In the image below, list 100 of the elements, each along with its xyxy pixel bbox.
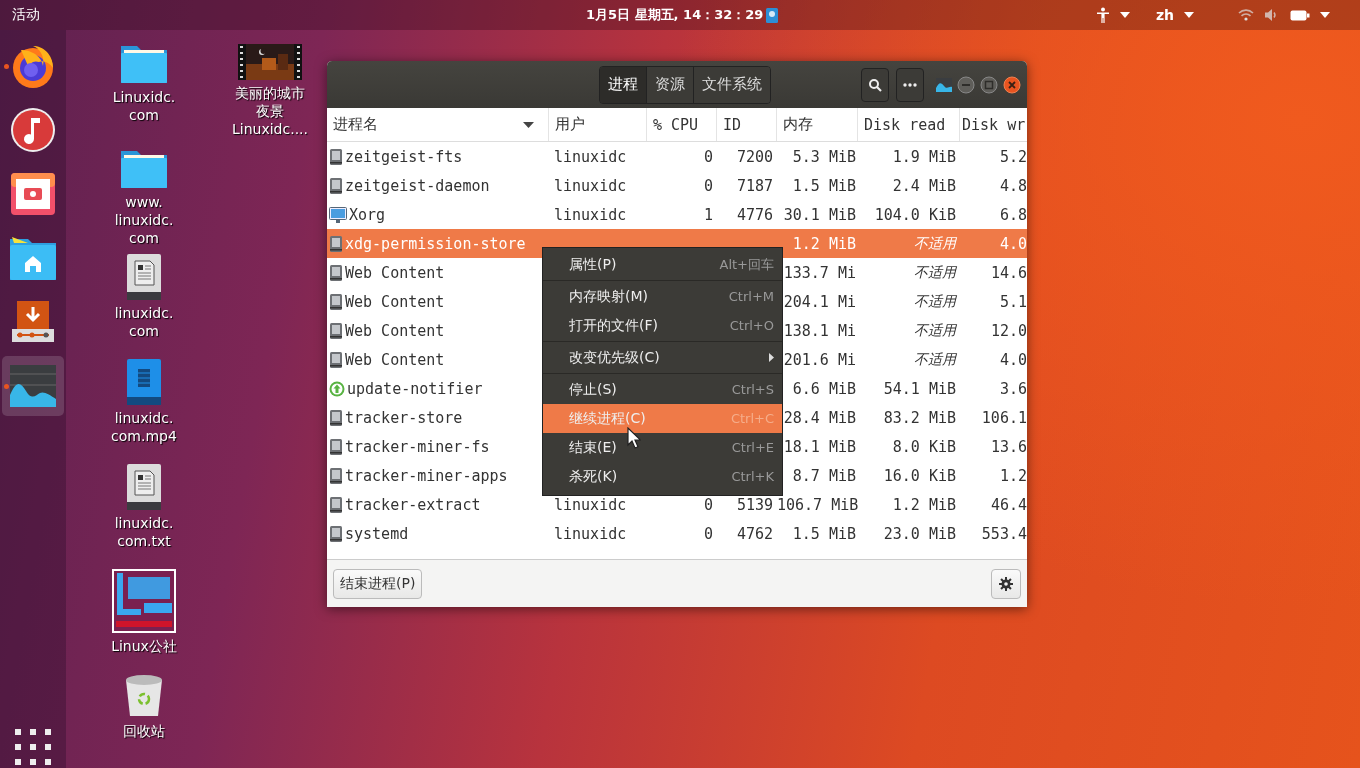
music-note-icon bbox=[9, 106, 57, 154]
file-label[interactable]: 夜景 bbox=[256, 102, 284, 120]
table-cell: 不适用 bbox=[914, 292, 956, 309]
file-label[interactable]: com.mp4 bbox=[111, 427, 177, 445]
program-icon bbox=[329, 351, 343, 368]
column-header[interactable]: % CPU bbox=[647, 108, 717, 141]
file-label[interactable]: com.txt bbox=[117, 532, 171, 550]
program-icon bbox=[329, 148, 343, 165]
column-header[interactable]: Disk wr bbox=[960, 108, 1027, 141]
activities-button[interactable]: 活动 bbox=[0, 6, 52, 24]
program-icon bbox=[329, 293, 343, 310]
language-indicator[interactable]: zh bbox=[1155, 7, 1174, 23]
table-cell: 0 bbox=[703, 495, 713, 514]
tab[interactable]: 文件系统 bbox=[694, 66, 770, 103]
file-label[interactable]: Linux公社 bbox=[111, 637, 177, 655]
column-header[interactable]: 内存 bbox=[777, 108, 858, 141]
program-icon bbox=[329, 177, 343, 194]
table-cell: 13.6 bbox=[990, 437, 1027, 456]
table-cell: 4762 bbox=[736, 524, 773, 543]
maximize-button[interactable] bbox=[980, 75, 998, 94]
process-name-cell[interactable]: tracker-extract bbox=[327, 495, 549, 514]
program-icon bbox=[329, 438, 343, 455]
home-folder-icon bbox=[9, 235, 57, 281]
accessibility-icon[interactable] bbox=[1095, 7, 1110, 23]
table-cell: 4.0 bbox=[999, 350, 1027, 369]
tab[interactable]: 进程 bbox=[600, 66, 647, 103]
table-cell: 1.2 bbox=[999, 466, 1027, 485]
file-label[interactable]: 美丽的城市 bbox=[235, 84, 305, 102]
video-file-icon[interactable] bbox=[127, 359, 161, 405]
caret-icon[interactable] bbox=[1184, 12, 1194, 18]
table-cell: linuxidc bbox=[554, 524, 627, 543]
tab[interactable]: 资源 bbox=[647, 66, 694, 103]
table-cell: 7200 bbox=[736, 147, 773, 166]
table-cell: 0 bbox=[703, 524, 713, 543]
more-icon bbox=[903, 82, 917, 87]
folder-icon[interactable] bbox=[120, 149, 168, 189]
column-header[interactable]: 进程名 bbox=[327, 108, 549, 141]
process-name-cell[interactable]: systemd bbox=[327, 524, 549, 543]
wifi-icon[interactable] bbox=[1238, 9, 1254, 21]
file-label[interactable]: linuxidc. bbox=[114, 514, 174, 532]
search-icon bbox=[868, 77, 882, 92]
clock[interactable]: 1月5日 星期五, 14：32：29 bbox=[586, 6, 764, 24]
table-cell: 30.1 MiB bbox=[783, 205, 856, 224]
file-label[interactable]: www. bbox=[125, 193, 163, 211]
minimize-button[interactable] bbox=[957, 75, 975, 94]
table-cell: 4.8 bbox=[999, 176, 1027, 195]
table-cell: 4.0 bbox=[999, 234, 1027, 253]
table-cell: 不适用 bbox=[914, 263, 956, 280]
table-cell: 8.7 MiB bbox=[792, 466, 856, 485]
battery-icon[interactable] bbox=[1290, 9, 1310, 21]
notification-icon bbox=[766, 7, 779, 23]
sort-arrow-icon bbox=[523, 121, 534, 128]
table-cell: 204.1 Mi bbox=[783, 292, 856, 311]
text-file-icon[interactable] bbox=[127, 254, 161, 300]
mouse-pointer-icon bbox=[627, 427, 641, 449]
table-cell: 6.8 bbox=[999, 205, 1027, 224]
table-cell: 1.9 MiB bbox=[892, 147, 956, 166]
caret-icon[interactable] bbox=[1320, 12, 1330, 18]
search-button[interactable] bbox=[861, 67, 889, 102]
table-cell: 201.6 Mi bbox=[783, 350, 856, 369]
table-cell: 106.7 MiB bbox=[777, 495, 859, 514]
file-label[interactable]: com bbox=[129, 322, 159, 340]
file-label[interactable]: Linuxidc. bbox=[112, 88, 176, 106]
file-label[interactable]: com bbox=[129, 106, 159, 124]
more-button[interactable] bbox=[896, 67, 924, 102]
table-cell: linuxidc bbox=[554, 495, 627, 514]
column-header[interactable]: Disk read bbox=[858, 108, 960, 141]
table-cell: 106.1 bbox=[981, 408, 1027, 427]
table-cell: linuxidc bbox=[554, 147, 627, 166]
file-label[interactable]: linuxidc. bbox=[114, 409, 174, 427]
file-label[interactable]: linuxidc. bbox=[114, 211, 174, 229]
table-cell: 1 bbox=[703, 205, 713, 224]
table-cell: 1.5 MiB bbox=[792, 176, 856, 195]
file-label[interactable]: linuxidc. bbox=[114, 304, 174, 322]
close-button[interactable] bbox=[1003, 75, 1021, 94]
menu-item[interactable]: 改变优先级(C) bbox=[543, 343, 782, 372]
folder-icon[interactable] bbox=[120, 44, 168, 84]
table-cell: 133.7 Mi bbox=[783, 263, 856, 282]
process-name-cell[interactable]: zeitgeist-daemon bbox=[327, 176, 549, 195]
camera-icon bbox=[10, 172, 56, 216]
file-label[interactable]: com bbox=[129, 229, 159, 247]
process-name-cell[interactable]: zeitgeist-fts bbox=[327, 147, 549, 166]
column-header[interactable]: 用户 bbox=[549, 108, 647, 141]
table-cell: linuxidc bbox=[554, 176, 627, 195]
program-icon bbox=[329, 467, 343, 484]
text-file-icon[interactable] bbox=[127, 464, 161, 510]
process-name-cell[interactable]: Xorg bbox=[327, 205, 549, 224]
trash-icon[interactable] bbox=[124, 674, 164, 718]
gear-icon bbox=[999, 576, 1013, 591]
download-icon bbox=[12, 301, 54, 343]
file-label[interactable]: 回收站 bbox=[123, 722, 165, 740]
file-label[interactable]: Linuxidc.... bbox=[232, 120, 308, 138]
app-grid-icon[interactable] bbox=[15, 729, 51, 765]
table-cell: 8.0 KiB bbox=[892, 437, 956, 456]
caret-icon[interactable] bbox=[1119, 12, 1130, 18]
monitor-icon bbox=[329, 206, 347, 223]
settings-button[interactable] bbox=[991, 568, 1021, 599]
table-cell: 16.0 KiB bbox=[883, 466, 956, 485]
column-header[interactable]: ID bbox=[717, 108, 777, 141]
end-process-button[interactable]: 结束进程(P) bbox=[333, 568, 423, 599]
